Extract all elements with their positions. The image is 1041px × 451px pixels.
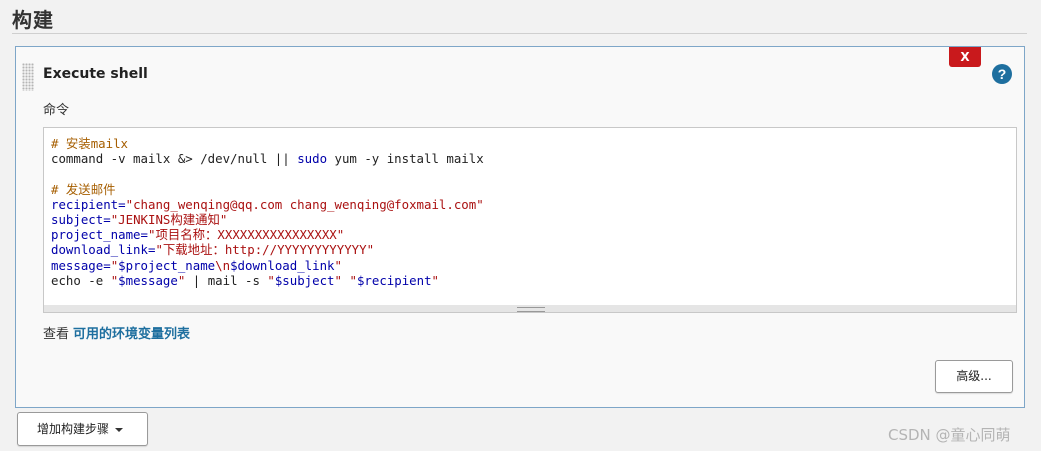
- resize-grip-icon: [517, 307, 545, 312]
- code-line: download_link="下载地址：http://YYYYYYYYYYYY": [51, 242, 1016, 257]
- code-token: subject=: [51, 211, 111, 227]
- code-token: # 安装mailx: [51, 136, 128, 151]
- section-divider: [12, 33, 1027, 34]
- env-variables-hint: 查看 可用的环境变量列表: [43, 323, 190, 342]
- code-token: $message: [118, 272, 178, 288]
- code-token: message=: [51, 257, 111, 273]
- watermark: CSDN @童心同萌: [888, 426, 1011, 444]
- add-build-step-button[interactable]: 增加构建步骤: [17, 412, 148, 446]
- code-line: subject="JENKINS构建通知": [51, 212, 1016, 227]
- drag-handle-icon[interactable]: [22, 63, 34, 91]
- code-token: command -v mailx &> /dev/null ||: [51, 151, 298, 167]
- section-title: 构建: [12, 8, 54, 32]
- code-token: $download_link: [230, 257, 335, 273]
- code-line: echo -e "$message" | mail -s "$subject" …: [51, 273, 1016, 288]
- code-token: ": [267, 272, 275, 288]
- code-token: "chang_wenqing@qq.com chang_wenqing@foxm…: [125, 196, 484, 212]
- code-token: "下载地址：http://YYYYYYYYYYYY": [155, 242, 375, 258]
- editor-resize-handle[interactable]: [43, 305, 1017, 313]
- code-token: ": [334, 257, 342, 273]
- code-token: $project_name: [118, 257, 216, 273]
- code-token: $recipient: [356, 272, 432, 288]
- command-editor[interactable]: # 安装mailx command -v mailx &> /dev/null |…: [43, 127, 1017, 312]
- code-token: "项目名称：XXXXXXXXXXXXXXXX": [147, 227, 345, 243]
- code-token: sudo: [297, 151, 328, 167]
- code-token: project_name=: [51, 227, 148, 243]
- delete-step-button[interactable]: X: [949, 47, 981, 67]
- advanced-button[interactable]: 高级...: [935, 360, 1013, 393]
- step-title: Execute shell: [43, 66, 148, 82]
- code-line: command -v mailx &> /dev/null || sudo yu…: [51, 151, 1016, 166]
- code-token: echo -e: [51, 272, 111, 288]
- code-token: $subject: [274, 272, 335, 288]
- code-token: ": [431, 272, 440, 288]
- command-label: 命令: [43, 103, 70, 118]
- code-token: \n: [215, 257, 231, 273]
- env-hint-prefix: 查看: [43, 327, 70, 342]
- code-line: project_name="项目名称：XXXXXXXXXXXXXXXX": [51, 227, 1016, 242]
- help-icon[interactable]: ?: [992, 64, 1012, 84]
- env-variables-link[interactable]: 可用的环境变量列表: [73, 327, 190, 342]
- build-step-execute-shell: Execute shell X ? 命令 # 安装mailx command -v…: [15, 46, 1025, 408]
- code-token: | mail -s: [185, 272, 268, 288]
- code-token: recipient=: [51, 196, 126, 212]
- code-token: "JENKINS构建通知": [110, 211, 228, 227]
- code-token: ": [349, 272, 357, 288]
- chevron-down-icon: [115, 427, 124, 432]
- code-token: ": [334, 272, 342, 288]
- code-token: download_link=: [51, 242, 156, 258]
- code-token: # 发送邮件: [51, 181, 116, 197]
- code-line: # 发送邮件: [51, 182, 1016, 197]
- code-line: message="$project_name\n$download_link": [51, 258, 1016, 273]
- code-line: recipient="chang_wenqing@qq.com chang_we…: [51, 197, 1016, 212]
- add-build-step-label: 增加构建步骤: [37, 422, 110, 436]
- code-token: yum -y install mailx: [327, 151, 484, 167]
- code-line: # 安装mailx: [51, 136, 1016, 151]
